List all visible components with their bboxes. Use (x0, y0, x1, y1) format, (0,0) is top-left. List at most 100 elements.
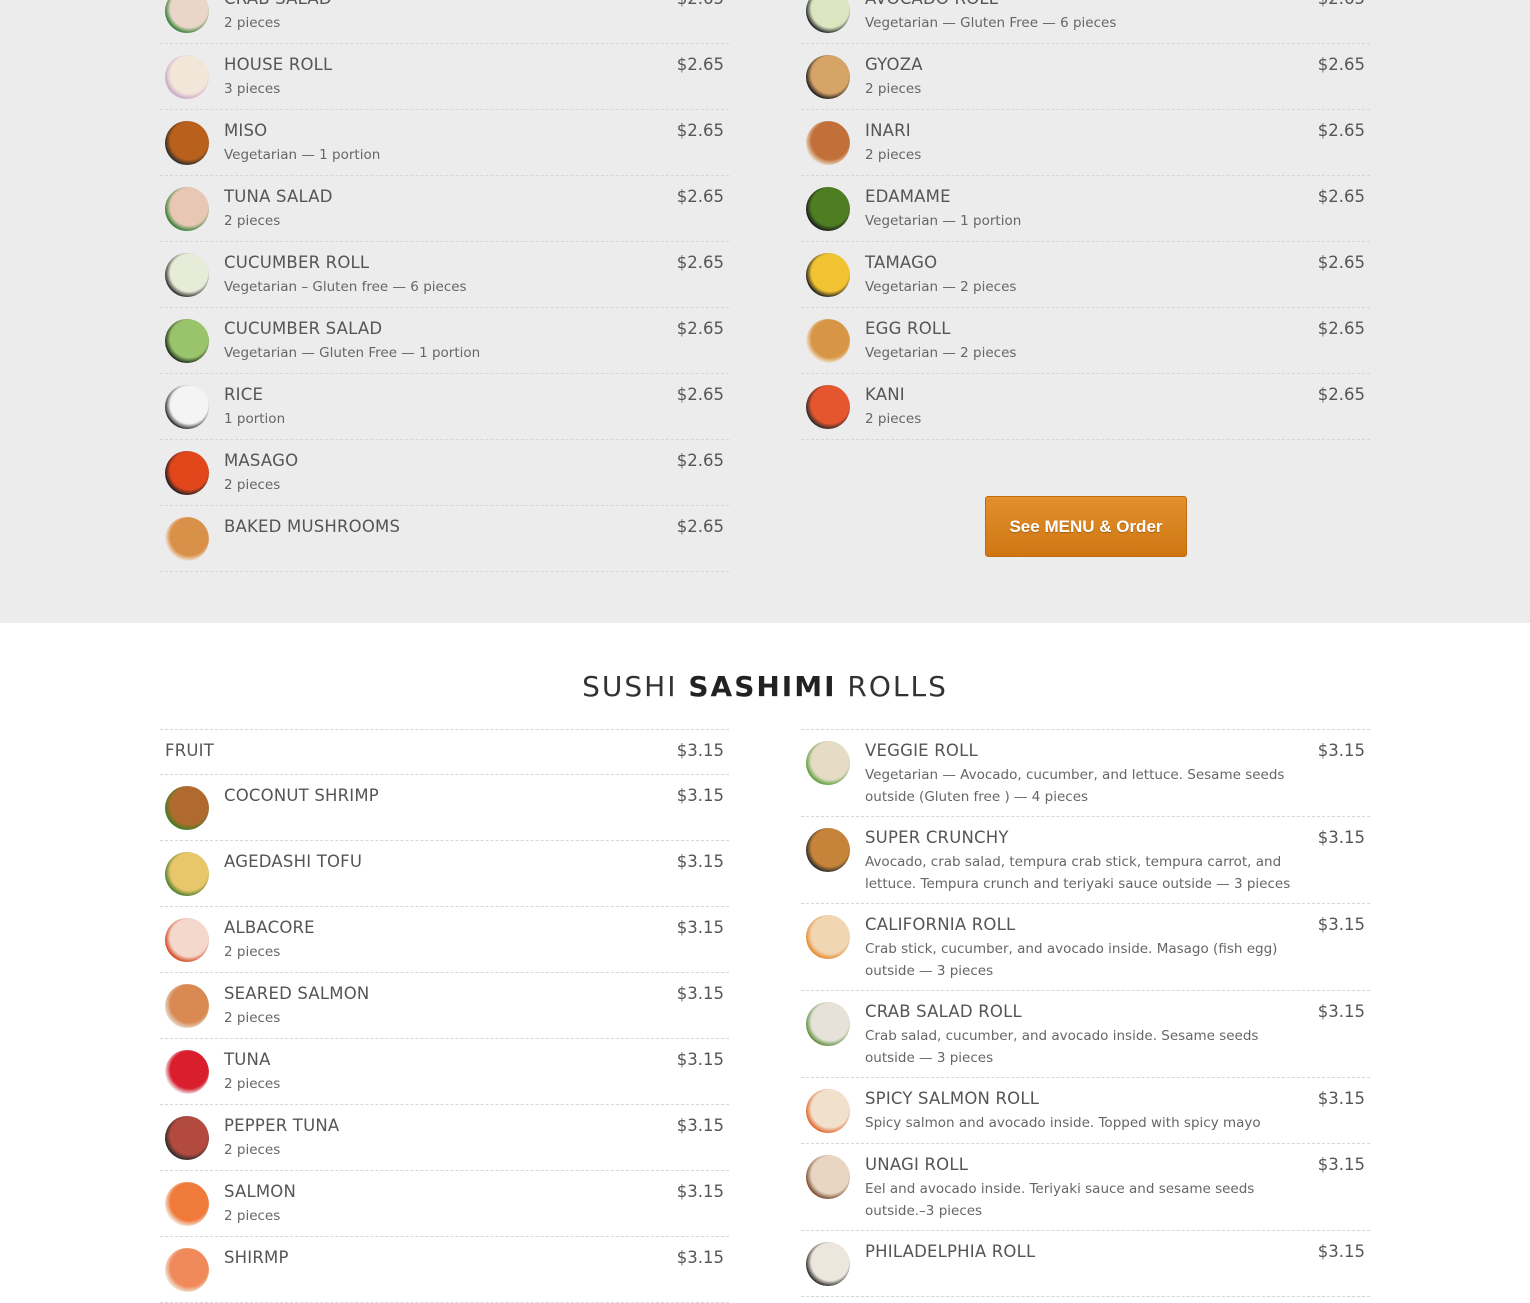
item-price: $2.65 (1317, 187, 1365, 206)
item-name: CRAB SALAD ROLL (865, 1002, 1022, 1021)
inari-thumb (806, 121, 850, 165)
item-name: CUCUMBER ROLL (224, 253, 370, 272)
item-description: 2 pieces (865, 81, 922, 97)
item-name: UNAGI ROLL (865, 1155, 969, 1174)
menu-item: AGEDASHI TOFU $3.15 (160, 841, 729, 907)
item-name: SHIRMP (224, 1248, 289, 1267)
salmon-thumb (165, 1182, 209, 1226)
menu-item: BAKED MUSHROOMS $2.65 (160, 506, 729, 572)
item-name: SPICY SALMON ROLL (865, 1089, 1040, 1108)
veggie-roll-thumb (806, 741, 850, 785)
california-roll-thumb (806, 915, 850, 959)
item-name: VEGGIE ROLL (865, 741, 978, 760)
item-description: Vegetarian — 2 pieces (865, 345, 1017, 361)
menu-item: HOUSE ROLL 3 pieces $2.65 (160, 44, 729, 110)
shrimp-thumb (165, 1248, 209, 1292)
item-price: $2.65 (1317, 385, 1365, 404)
agedashi-tofu-thumb (165, 852, 209, 896)
item-price: $2.65 (676, 253, 724, 272)
menu-item: EDAMAME Vegetarian — 1 portion $2.65 (801, 176, 1370, 242)
item-price: $3.15 (676, 1248, 724, 1267)
menu-item: VEGGIE ROLL Vegetarian — Avocado, cucumbe… (801, 730, 1370, 817)
item-price: $3.15 (1317, 741, 1365, 760)
item-price: $3.15 (1317, 915, 1365, 934)
item-price: $2.65 (676, 187, 724, 206)
kani-thumb (806, 385, 850, 429)
sushi-left-column: FRUIT $3.15 COCONUT SHRIMP $3.15 AGEDASHI TO… (160, 729, 729, 1303)
heading-post: ROLLS (836, 670, 948, 703)
menu-item: CUCUMBER ROLL Vegetarian – Gluten free — … (160, 242, 729, 308)
item-name: CRAB SALAD (224, 0, 332, 8)
item-name: CUCUMBER SALAD (224, 319, 383, 338)
menu-item: KANI 2 pieces $2.65 (801, 374, 1370, 440)
tamago-thumb (806, 253, 850, 297)
item-price: $3.15 (676, 786, 724, 805)
item-name: FRUIT (165, 741, 214, 760)
item-name: CALIFORNIA ROLL (865, 915, 1016, 934)
item-name: SEARED SALMON (224, 984, 370, 1003)
menu-item: SHIRMP $3.15 (160, 1237, 729, 1303)
item-name: KANI (865, 385, 905, 404)
item-price: $2.65 (1318, 0, 1365, 8)
masago-thumb (165, 451, 209, 495)
item-description: 2 pieces (224, 944, 281, 960)
appetizers-right-column: AVOCADO ROLL Vegetarian — Gluten Free — 6… (801, 0, 1370, 440)
cucumber-salad-thumb (165, 319, 209, 363)
crab-salad-thumb (165, 0, 209, 33)
heading-pre: SUSHI (582, 670, 689, 703)
item-price: $2.65 (676, 517, 724, 536)
item-price: $2.65 (676, 319, 724, 338)
unagi-roll-thumb (806, 1155, 850, 1199)
menu-item: CALIFORNIA ROLL Crab stick, cucumber, and… (801, 904, 1370, 991)
menu-item: RICE 1 portion $2.65 (160, 374, 729, 440)
item-price: $3.15 (676, 918, 724, 937)
tuna-thumb (165, 1050, 209, 1094)
item-description: 2 pieces (224, 15, 281, 31)
menu-item: MISO Vegetarian — 1 portion $2.65 (160, 110, 729, 176)
item-name: GYOZA (865, 55, 923, 74)
item-name: RICE (224, 385, 264, 404)
menu-item: ALBACORE 2 pieces $3.15 (160, 907, 729, 973)
avocado-roll-thumb (806, 0, 850, 33)
item-price: $2.65 (676, 385, 724, 404)
menu-item: TUNA 2 pieces $3.15 (160, 1039, 729, 1105)
item-price: $3.15 (1317, 828, 1365, 847)
menu-item: MASAGO 2 pieces $2.65 (160, 440, 729, 506)
tuna-salad-thumb (165, 187, 209, 231)
see-menu-order-button[interactable]: See MENU & Order (985, 496, 1187, 557)
item-price: $3.15 (1317, 1155, 1365, 1174)
item-description: Vegetarian — 1 portion (224, 147, 381, 163)
item-name: EDAMAME (865, 187, 951, 206)
item-price: $2.65 (676, 451, 724, 470)
baked-mushrooms-thumb (165, 517, 209, 561)
item-name: HOUSE ROLL (224, 55, 333, 74)
menu-item: TUNA SALAD 2 pieces $2.65 (160, 176, 729, 242)
item-description: 2 pieces (224, 1142, 281, 1158)
albacore-thumb (165, 918, 209, 962)
item-price: $3.15 (676, 1116, 724, 1135)
item-description: Eel and avocado inside. Teriyaki sauce a… (865, 1181, 1255, 1219)
menu-item: CRAB SALAD ROLL Crab salad, cucumber, and… (801, 991, 1370, 1078)
item-description: Vegetarian – Gluten free — 6 pieces (224, 279, 467, 295)
menu-item: PHILADELPHIA ROLL $3.15 (801, 1231, 1370, 1297)
item-name: MASAGO (224, 451, 299, 470)
item-price: $3.15 (676, 1050, 724, 1069)
item-price: $2.65 (676, 121, 724, 140)
item-description: Avocado, crab salad, tempura crab stick,… (865, 854, 1291, 892)
menu-item: AVOCADO ROLL Vegetarian — Gluten Free — 6… (801, 0, 1370, 44)
item-price: $3.15 (676, 1182, 724, 1201)
menu-item: UNAGI ROLL Eel and avocado inside. Teriya… (801, 1144, 1370, 1231)
item-name: ALBACORE (224, 918, 315, 937)
menu-item: PEPPER TUNA 2 pieces $3.15 (160, 1105, 729, 1171)
item-description: 2 pieces (224, 1076, 281, 1092)
item-name: TUNA SALAD (224, 187, 333, 206)
house-roll-thumb (165, 55, 209, 99)
menu-item: SEARED SALMON 2 pieces $3.15 (160, 973, 729, 1039)
section-heading: SUSHI SASHIMI ROLLS (0, 670, 1530, 703)
item-name: TUNA (224, 1050, 271, 1069)
item-name: INARI (865, 121, 911, 140)
item-price: $2.65 (1317, 55, 1365, 74)
item-price: $3.15 (1317, 1242, 1365, 1261)
item-description: 2 pieces (224, 213, 281, 229)
menu-item: EGG ROLL Vegetarian — 2 pieces $2.65 (801, 308, 1370, 374)
